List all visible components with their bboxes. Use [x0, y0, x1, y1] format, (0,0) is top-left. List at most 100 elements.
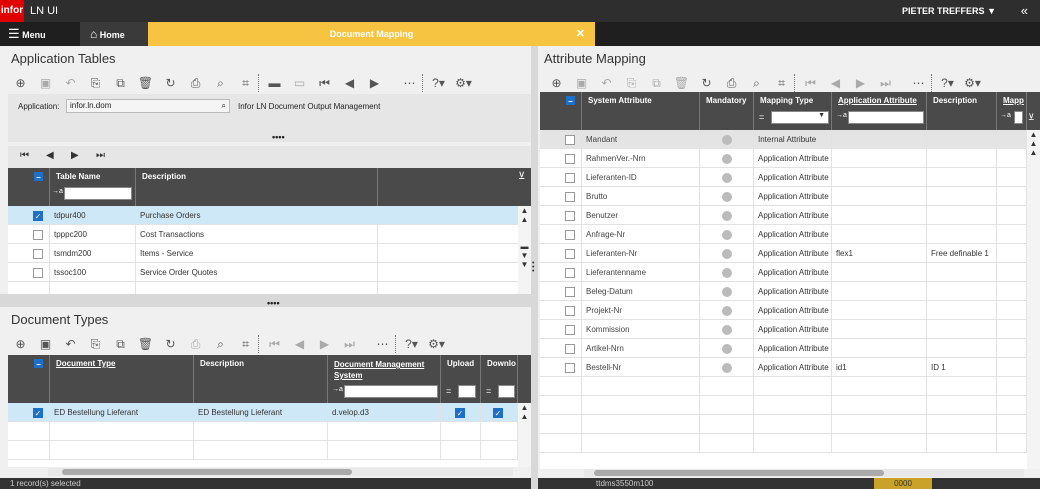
table-row[interactable]	[540, 396, 1027, 415]
vertical-scrollbar[interactable]: ▲ ▲ ▲	[1027, 130, 1040, 469]
copy-icon[interactable]: ⎘	[619, 76, 644, 91]
refresh-icon[interactable]: ↻	[694, 76, 719, 90]
save-icon[interactable]: ▣	[33, 337, 58, 351]
more-icon[interactable]: ⋯	[397, 76, 422, 90]
duplicate-icon[interactable]: ⧉	[644, 76, 669, 91]
select-all-icon[interactable]: –	[560, 92, 582, 130]
upload-checkbox[interactable]	[441, 441, 481, 460]
download-checkbox[interactable]	[481, 422, 518, 441]
next-icon[interactable]: ▶	[362, 76, 387, 90]
table-row[interactable]: Benutzer Application Attribute	[540, 206, 1027, 225]
row-checkbox[interactable]	[28, 282, 50, 294]
application-attribute-filter-input[interactable]	[848, 111, 924, 124]
more-icon[interactable]: ⋯	[370, 337, 395, 351]
row-checkbox[interactable]	[560, 301, 582, 320]
row-checkbox[interactable]	[28, 225, 50, 244]
prev-record-icon[interactable]: ◀	[46, 150, 54, 161]
table-row[interactable]	[540, 415, 1027, 434]
last-icon[interactable]: ⏭	[337, 337, 362, 352]
first-icon[interactable]: ⏮	[262, 337, 287, 352]
find-icon[interactable]: ⌗	[233, 337, 258, 352]
save-icon[interactable]: ▣	[569, 76, 594, 90]
table-row[interactable]: RahmenVer.-Nrn Application Attribute	[540, 149, 1027, 168]
vertical-splitter-handle[interactable]: • • •	[532, 260, 537, 275]
row-checkbox[interactable]	[560, 339, 582, 358]
row-checkbox[interactable]	[560, 130, 582, 149]
tab-document-mapping[interactable]: Document Mapping ✕	[148, 22, 595, 46]
copy-icon[interactable]: ⎘	[83, 76, 108, 91]
refresh-icon[interactable]: ↻	[158, 76, 183, 90]
user-menu[interactable]: PIETER TREFFERS ▼	[902, 6, 996, 16]
table-row[interactable]	[8, 441, 518, 460]
table-row[interactable]	[8, 282, 518, 294]
next-record-icon[interactable]: ▶	[71, 150, 79, 161]
table-row[interactable]: Lieferanten-Nr Application Attribute fle…	[540, 244, 1027, 263]
collapse-icon[interactable]: «	[1021, 3, 1028, 18]
row-checkbox[interactable]	[560, 358, 582, 377]
row-checkbox[interactable]	[560, 434, 582, 453]
splitter-handle[interactable]: ••••	[272, 132, 285, 142]
settings-icon[interactable]: ⚙▾	[424, 337, 449, 351]
table-row[interactable]: Mandant Internal Attribute	[540, 130, 1027, 149]
search-icon[interactable]: ⌕	[208, 337, 233, 352]
horizontal-scrollbar[interactable]	[48, 468, 513, 476]
column-header-description[interactable]: Description	[194, 355, 328, 403]
download-checkbox[interactable]: ✓	[481, 403, 518, 422]
menu-button[interactable]: ☰ Menu	[8, 22, 78, 46]
vertical-scrollbar[interactable]: ▲ ▲ ▬ ▼ ▼	[518, 206, 531, 294]
row-checkbox[interactable]	[560, 396, 582, 415]
print-icon[interactable]: ⎙	[719, 76, 744, 91]
column-header-description[interactable]: Description	[927, 92, 997, 130]
table-row[interactable]: ✓ tdpur400 Purchase Orders	[8, 206, 518, 225]
prev-icon[interactable]: ◀	[337, 76, 362, 90]
more-icon[interactable]: ⋯	[906, 76, 931, 90]
help-icon[interactable]: ?▾	[426, 76, 451, 90]
prev-icon[interactable]: ◀	[823, 76, 848, 90]
column-header-description[interactable]: Description	[136, 168, 378, 206]
column-header-mandatory[interactable]: Mandatory	[700, 92, 754, 130]
lookup-icon[interactable]: ⌕	[222, 100, 226, 112]
mapping-filter-input[interactable]	[1014, 111, 1023, 124]
find-icon[interactable]: ⌗	[769, 76, 794, 91]
upload-filter-select[interactable]	[458, 385, 476, 398]
undo-icon[interactable]: ↶	[594, 76, 619, 90]
settings-icon[interactable]: ⚙▾	[960, 76, 985, 90]
download-checkbox[interactable]	[481, 441, 518, 460]
new-icon[interactable]: ⊕	[8, 76, 33, 90]
row-checkbox[interactable]: ✓	[28, 206, 50, 225]
row-checkbox[interactable]: ✓	[28, 403, 50, 422]
row-checkbox[interactable]	[560, 244, 582, 263]
next-icon[interactable]: ▶	[312, 337, 337, 351]
table-row[interactable]: Artikel-Nrn Application Attribute	[540, 339, 1027, 358]
vertical-scrollbar[interactable]: ▲ ▲	[518, 403, 531, 467]
table-row[interactable]: Kommission Application Attribute	[540, 320, 1027, 339]
clear-filter-icon[interactable]: ⊻	[518, 171, 525, 182]
folder-icon[interactable]: ▬	[262, 76, 287, 90]
upload-checkbox[interactable]	[441, 422, 481, 441]
refresh-icon[interactable]: ↻	[158, 337, 183, 351]
table-row[interactable]: tssoc100 Service Order Quotes	[8, 263, 518, 282]
row-checkbox[interactable]	[560, 187, 582, 206]
table-row[interactable]: Bestell-Nr Application Attribute id1 ID …	[540, 358, 1027, 377]
folder-open-icon[interactable]: ▭	[287, 76, 312, 90]
row-checkbox[interactable]	[28, 422, 50, 441]
table-row[interactable]: Brutto Application Attribute	[540, 187, 1027, 206]
row-checkbox[interactable]	[560, 168, 582, 187]
search-icon[interactable]: ⌕	[208, 76, 233, 91]
tab-home[interactable]: ⌂ Home	[80, 22, 148, 46]
delete-icon[interactable]: 🗑	[133, 337, 158, 351]
table-row[interactable]	[8, 422, 518, 441]
new-icon[interactable]: ⊕	[8, 337, 33, 351]
row-checkbox[interactable]	[560, 320, 582, 339]
find-icon[interactable]: ⌗	[233, 76, 258, 91]
clear-filter-icon[interactable]: ⊻	[1028, 112, 1035, 123]
delete-icon[interactable]: 🗑	[669, 76, 694, 90]
horizontal-scrollbar[interactable]	[584, 469, 1024, 477]
prev-icon[interactable]: ◀	[287, 337, 312, 351]
save-icon[interactable]: ▣	[33, 76, 58, 90]
row-checkbox[interactable]	[28, 441, 50, 460]
select-all-icon[interactable]: –	[28, 355, 50, 403]
row-checkbox[interactable]	[560, 377, 582, 396]
help-icon[interactable]: ?▾	[399, 337, 424, 351]
column-header-document-type[interactable]: Document Type	[50, 355, 194, 403]
